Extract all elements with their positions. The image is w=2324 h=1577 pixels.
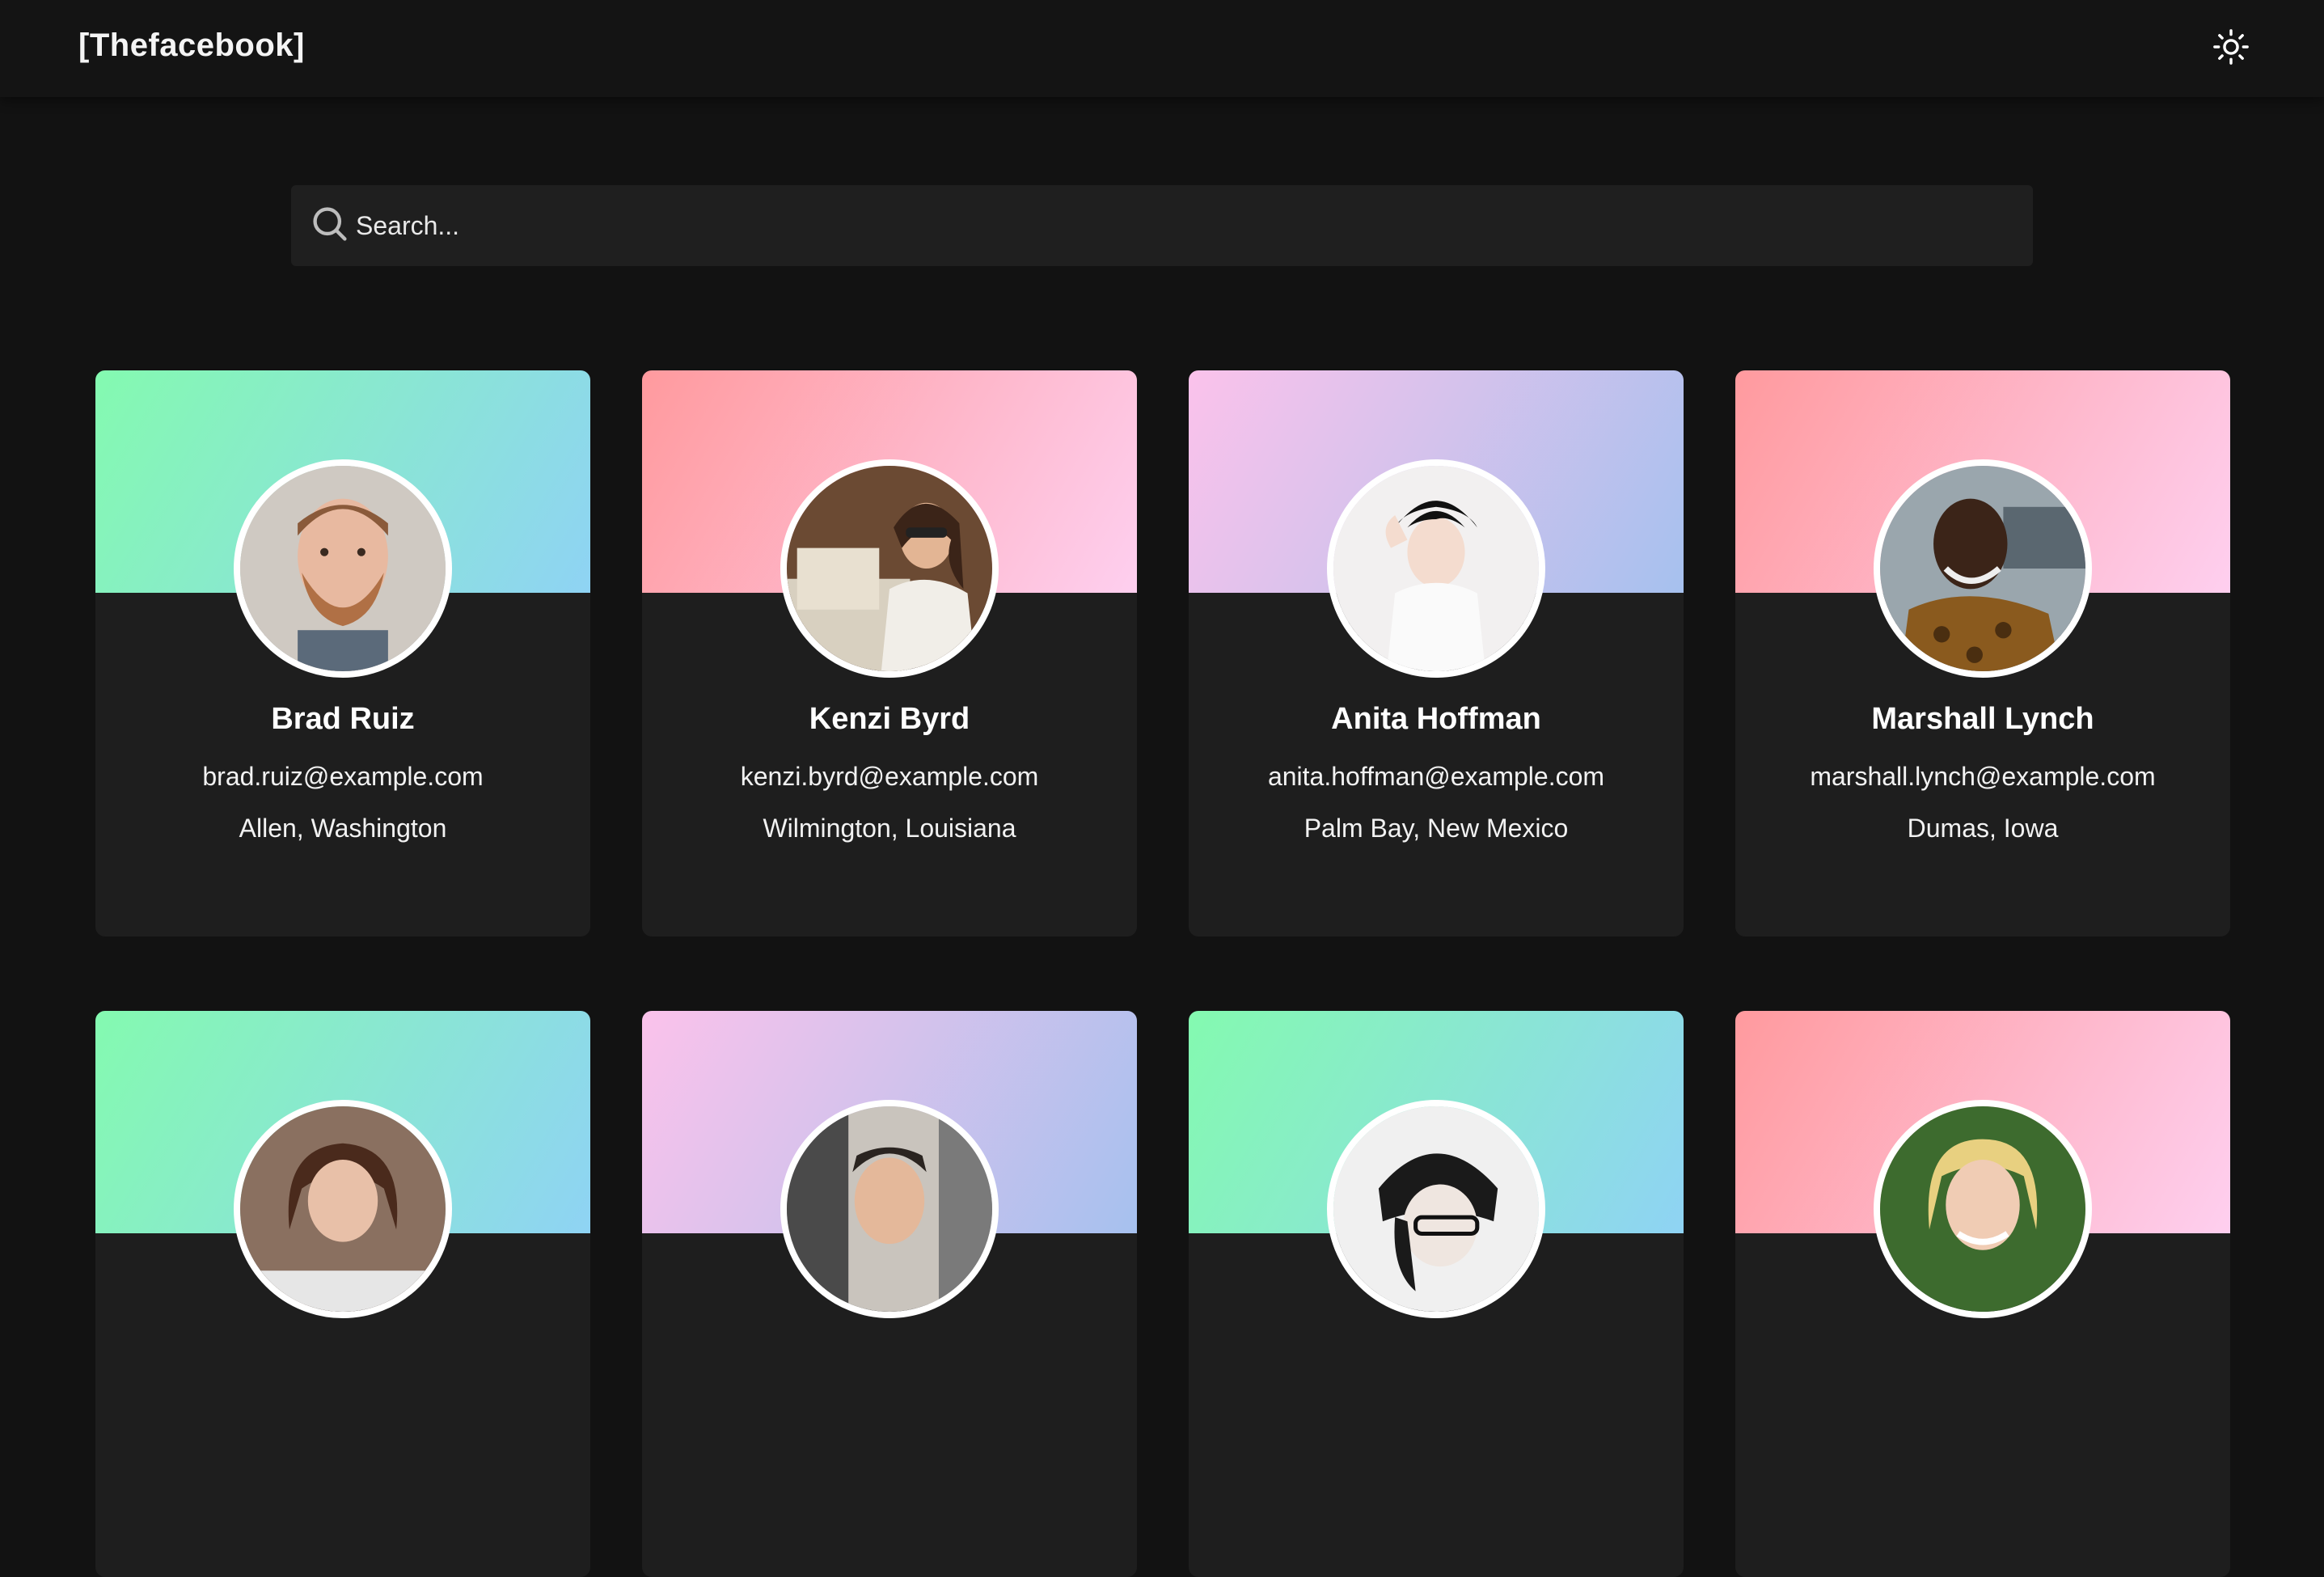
avatar <box>1874 1100 2092 1318</box>
user-card[interactable] <box>95 1011 590 1577</box>
user-name: Marshall Lynch <box>1871 702 2094 736</box>
avatar <box>780 459 999 678</box>
brand-logo-text[interactable]: [Thefacebook] <box>78 27 305 64</box>
user-name: Anita Hoffman <box>1331 702 1541 736</box>
user-card[interactable]: Brad Ruiz brad.ruiz@example.com Allen, W… <box>95 370 590 936</box>
search-icon <box>309 203 351 245</box>
user-card[interactable]: Marshall Lynch marshall.lynch@example.co… <box>1735 370 2230 936</box>
user-card[interactable] <box>1189 1011 1684 1577</box>
avatar <box>234 1100 452 1318</box>
search-bar[interactable] <box>291 185 2033 266</box>
user-name: Kenzi Byrd <box>809 702 970 736</box>
search-input[interactable] <box>356 185 2005 266</box>
sun-icon <box>2213 29 2249 65</box>
user-location: Wilmington, Louisiana <box>763 814 1016 843</box>
avatar <box>1327 1100 1545 1318</box>
user-email: brad.ruiz@example.com <box>202 762 484 791</box>
avatar <box>234 459 452 678</box>
avatar <box>1327 459 1545 678</box>
user-email: marshall.lynch@example.com <box>1810 762 2156 791</box>
theme-toggle-button[interactable] <box>2212 28 2250 66</box>
user-card[interactable] <box>642 1011 1137 1577</box>
user-name: Brad Ruiz <box>271 702 415 736</box>
user-location: Dumas, Iowa <box>1907 814 2059 843</box>
user-location: Palm Bay, New Mexico <box>1304 814 1569 843</box>
user-email: kenzi.byrd@example.com <box>740 762 1039 791</box>
top-navbar: [Thefacebook] <box>0 0 2324 97</box>
avatar <box>780 1100 999 1318</box>
user-location: Allen, Washington <box>239 814 447 843</box>
user-card[interactable] <box>1735 1011 2230 1577</box>
user-email: anita.hoffman@example.com <box>1267 762 1605 791</box>
user-card[interactable]: Kenzi Byrd kenzi.byrd@example.com Wilmin… <box>642 370 1137 936</box>
user-card[interactable]: Anita Hoffman anita.hoffman@example.com … <box>1189 370 1684 936</box>
avatar <box>1874 459 2092 678</box>
